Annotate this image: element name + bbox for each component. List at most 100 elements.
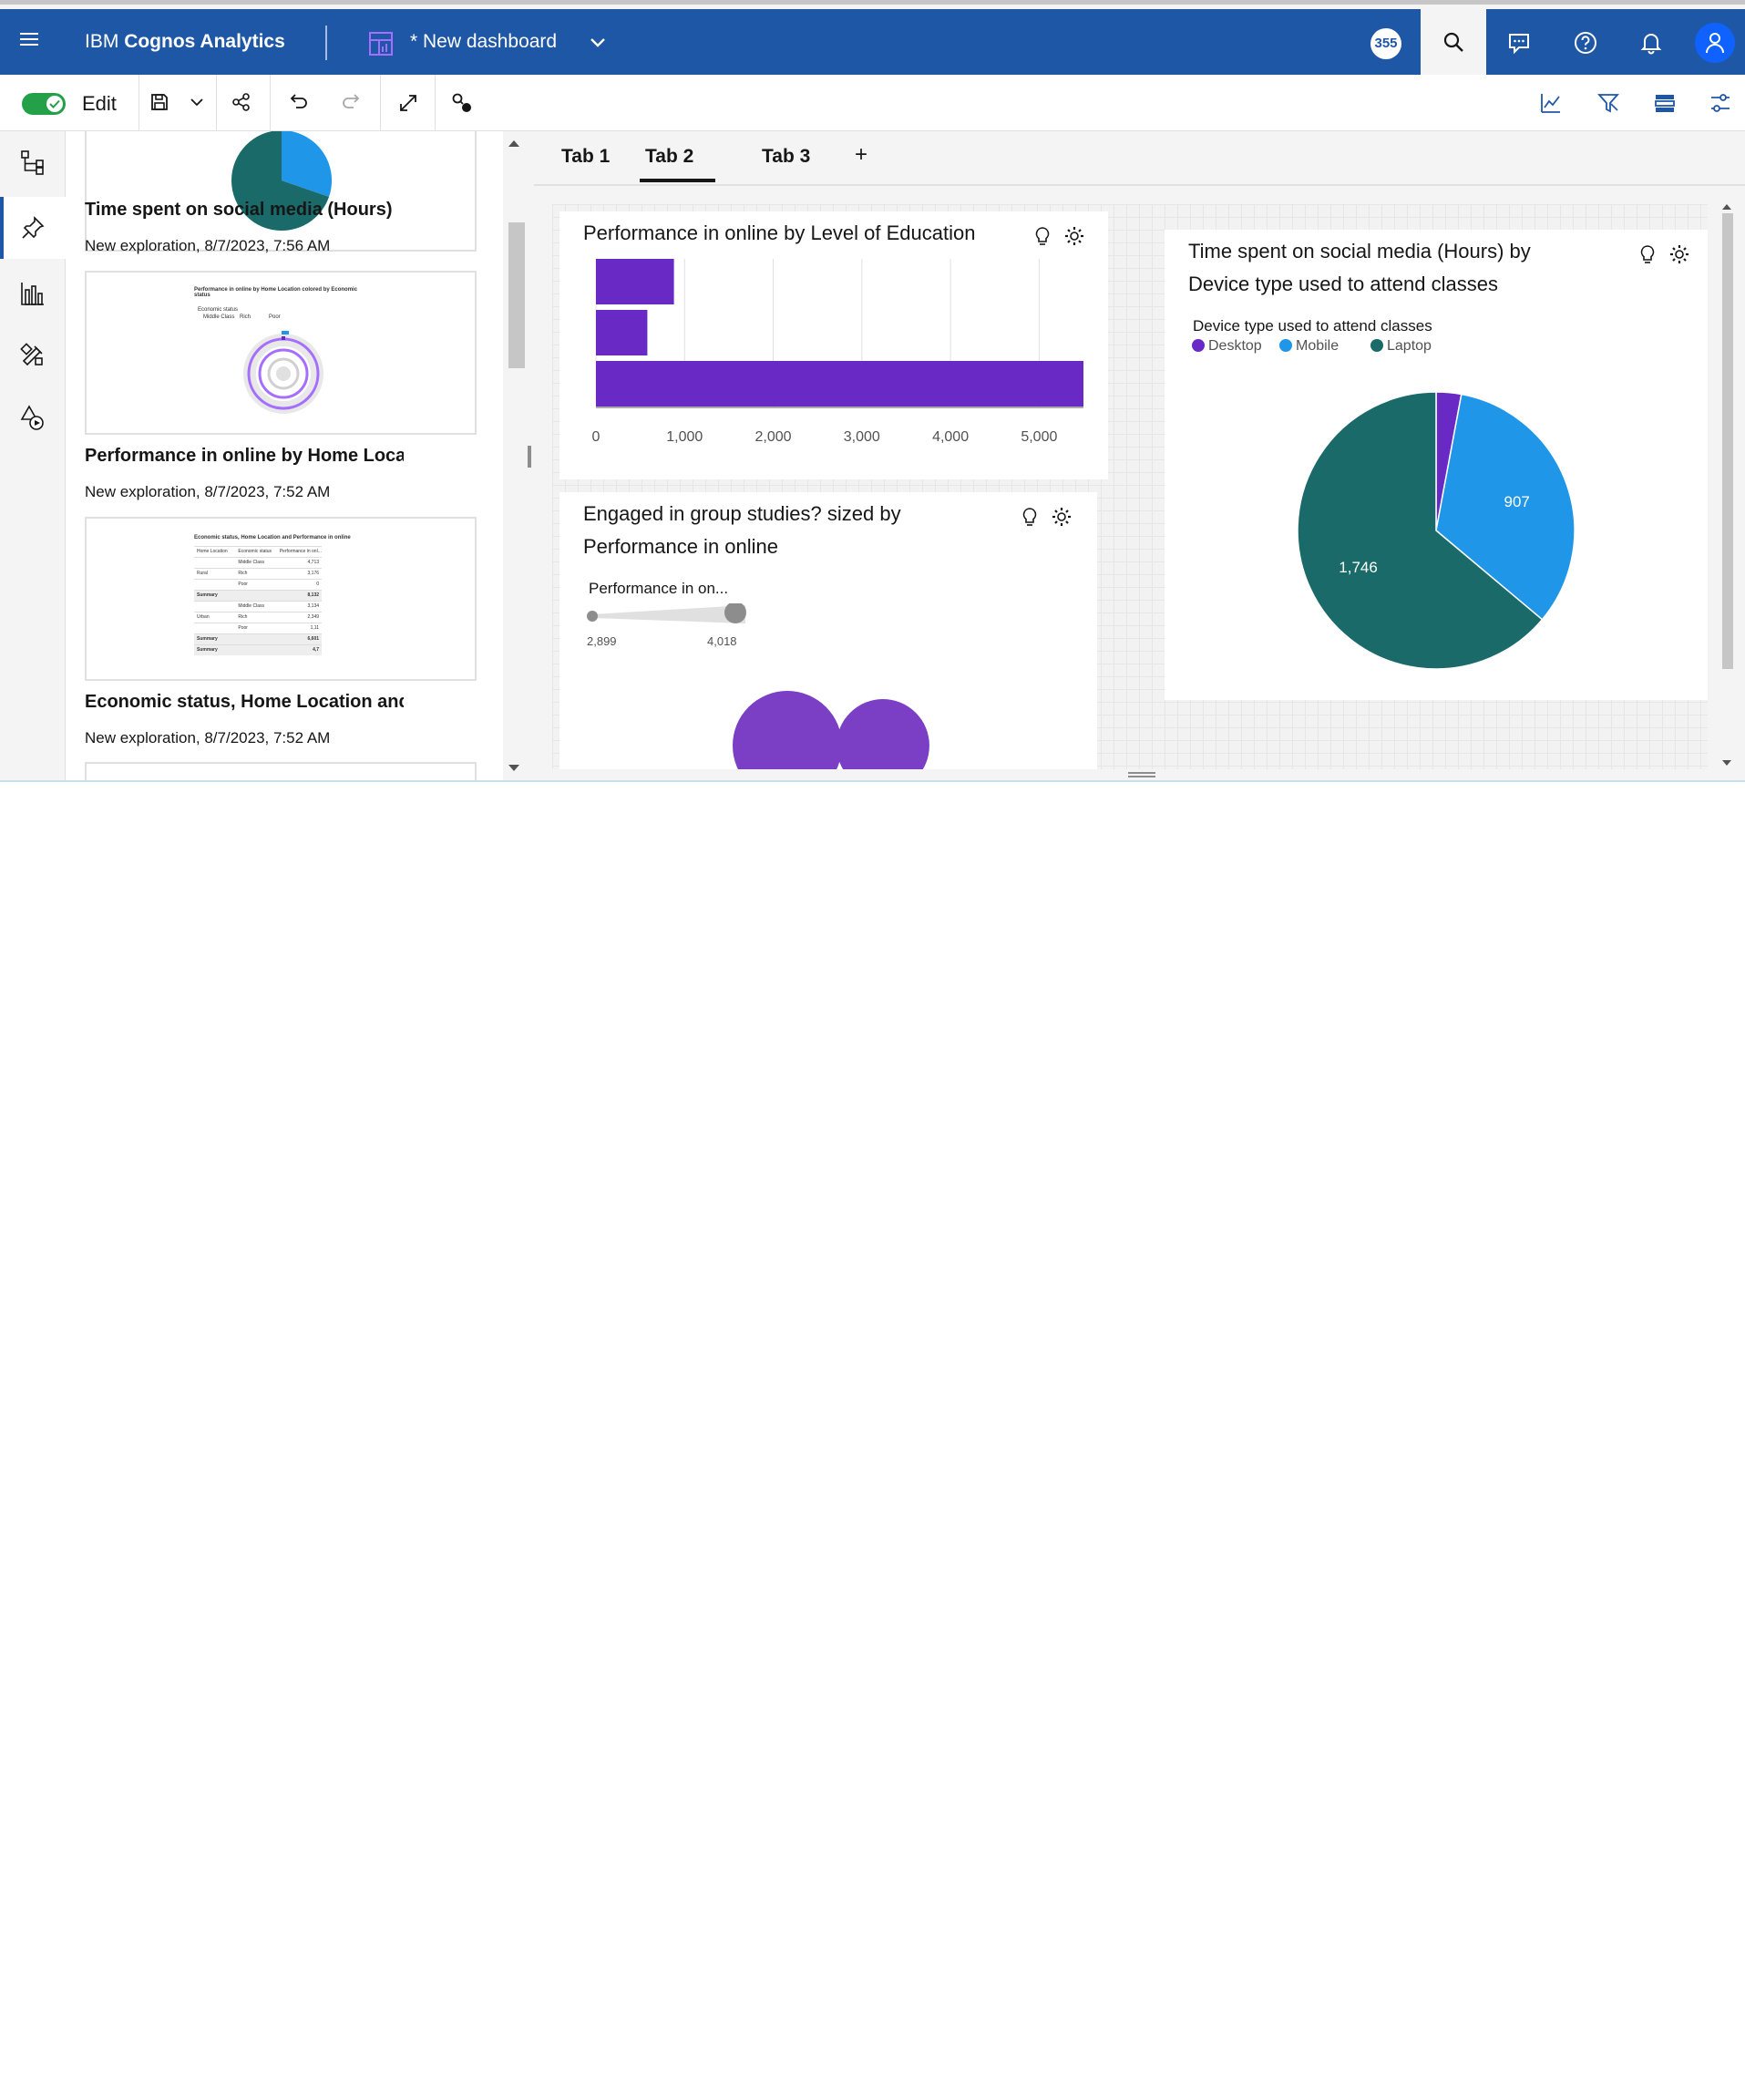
thumbnail-table-row: Summary 4,7 [194, 644, 322, 655]
pinned-card-thumbnail[interactable]: Performance in online by Home Location c… [85, 271, 477, 435]
undo-icon[interactable] [287, 92, 309, 117]
chevron-down-icon[interactable] [188, 92, 206, 117]
assistant-chat-icon[interactable] [1507, 31, 1531, 59]
thumbnail-table-cell: Rich [238, 571, 248, 576]
scrollbar-thumb[interactable] [508, 222, 527, 368]
pinned-card-title[interactable]: Performance in online by Home Location [85, 446, 404, 467]
x-tick-label: 1,000 [666, 429, 703, 445]
tab-bar: Tab 1 Tab 2 Tab 3 + [534, 131, 1745, 186]
resize-grip[interactable] [528, 446, 531, 468]
fullscreen-icon[interactable] [397, 92, 419, 118]
toolbar-divider [216, 75, 217, 131]
thumbnail-table-cell: Home Location [197, 549, 228, 554]
bubble-chart-plot[interactable] [559, 492, 1097, 769]
thumbnail-table-cell: 3,176 [307, 571, 320, 576]
pie-chart-widget[interactable]: Time spent on social media (Hours) by De… [1165, 230, 1708, 700]
rail-item-visualizations[interactable] [0, 262, 66, 324]
save-icon[interactable] [149, 92, 169, 117]
properties-icon[interactable] [1709, 92, 1731, 118]
add-tab-button[interactable]: + [855, 142, 867, 168]
thumbnail-table-row: Urban Rich 2,349 [194, 612, 322, 623]
thumbnail-table-cell: 4,713 [307, 560, 320, 565]
thumbnail-table-cell: Economic status [238, 549, 272, 554]
tab-1[interactable]: Tab 1 [561, 146, 610, 179]
notifications-icon[interactable] [1639, 31, 1663, 59]
pinned-card-thumbnail[interactable] [85, 762, 477, 782]
filter-icon[interactable] [1596, 92, 1620, 118]
bar-chart-widget[interactable]: Performance in online by Level of Educat… [559, 211, 1108, 479]
pinned-card-subtitle: New exploration, 8/7/2023, 7:56 AM [85, 237, 331, 254]
pinned-card-subtitle: New exploration, 8/7/2023, 7:52 AM [85, 729, 331, 746]
visualizations-icon [21, 283, 44, 305]
help-icon[interactable] [1574, 31, 1597, 59]
dashboard-toolbar: Edit [0, 75, 1745, 131]
pinned-card-title[interactable]: Time spent on social media (Hours) [85, 200, 404, 221]
x-tick-label: 3,000 [844, 429, 880, 445]
x-tick-label: 4,000 [932, 429, 969, 445]
edit-mode-toggle[interactable] [22, 93, 66, 115]
dashboard-canvas[interactable]: Performance in online by Level of Educat… [552, 204, 1708, 769]
pinned-card-thumbnail[interactable]: Economic status, Home Location and Perfo… [85, 517, 477, 681]
user-avatar[interactable] [1695, 23, 1735, 63]
thumbnail-table-row: Poor 0 [194, 579, 322, 590]
thumbnail-table-cell [235, 591, 276, 601]
chevron-down-icon[interactable] [588, 33, 608, 57]
thumbnail-table-cell [194, 602, 235, 612]
scrollbar-thumb[interactable] [1722, 213, 1733, 669]
bar [596, 310, 648, 355]
notification-count-badge[interactable]: 355 [1370, 28, 1401, 59]
pie-thumbnail [231, 131, 333, 231]
tab-3[interactable]: Tab 3 [762, 146, 810, 179]
dashboard-title[interactable]: * New dashboard [410, 31, 557, 53]
thumbnail-table-cell: Rural [197, 571, 208, 576]
scroll-down-arrow[interactable] [1722, 760, 1731, 766]
rail-item-data[interactable] [0, 131, 66, 193]
x-tick-label: 0 [592, 429, 600, 445]
pinned-card-title[interactable]: Economic status, Home Location and Perfo… [85, 692, 404, 713]
panel-scrollbar[interactable] [503, 131, 527, 782]
insights-icon[interactable] [1540, 92, 1562, 118]
pin-icon [22, 216, 45, 239]
scroll-up-arrow[interactable] [508, 140, 519, 147]
search-button[interactable] [1421, 9, 1486, 75]
canvas-scrollbar[interactable] [1720, 204, 1735, 769]
thumbnail-table-cell: Middle Class [238, 560, 264, 565]
rail-item-widgets[interactable] [0, 324, 66, 386]
pie-data-label: 907 [1504, 493, 1530, 510]
panel-resize-splitter[interactable] [525, 131, 534, 782]
thumbnail-table-row: Summary 6,601 [194, 633, 322, 644]
thumbnail-table-cell: Summary [197, 647, 218, 653]
shapes-media-icon [20, 405, 44, 430]
thumbnail-table-cell: 8,132 [307, 592, 320, 598]
bubble-chart-widget[interactable]: Engaged in group studies? sized by Perfo… [559, 492, 1097, 769]
search-icon [1443, 32, 1463, 52]
thumbnail-table-cell: 4,7 [313, 647, 320, 653]
thumbnail-table-cell: Rich [238, 614, 248, 620]
scroll-down-arrow[interactable] [508, 765, 519, 771]
share-icon[interactable] [231, 92, 251, 117]
bubble [837, 699, 929, 769]
pie-chart-plot[interactable]: 907 1,746 [1165, 230, 1708, 700]
pinned-card-thumbnail[interactable] [85, 131, 477, 252]
thumbnail-table-row: Rural Rich 3,176 [194, 568, 322, 579]
rail-item-media[interactable] [0, 386, 66, 448]
thumbnail-table-cell: 6,601 [307, 636, 320, 642]
pins-panel: Time spent on social media (Hours) New e… [66, 131, 503, 782]
pie-data-label: 1,746 [1339, 559, 1378, 576]
rail-item-pins[interactable] [0, 197, 66, 259]
toggle-knob [46, 96, 63, 112]
bar [596, 361, 1083, 407]
bar-chart-plot[interactable]: 0 1,000 2,000 3,000 4,000 5,000 [559, 211, 1108, 479]
tab-2[interactable]: Tab 2 [640, 146, 716, 182]
redo-icon[interactable] [341, 92, 363, 117]
thumbnail-table-cell: 0 [316, 582, 320, 587]
scroll-up-arrow[interactable] [1722, 204, 1731, 210]
top-header: IBM Cognos Analytics * New dashboard 355 [0, 9, 1745, 75]
thumbnail-table-cell [235, 645, 276, 655]
thumbnail-table-row: Middle Class 4,713 [194, 557, 322, 568]
thumbnail-table-cell: Summary [197, 592, 218, 598]
menu-icon[interactable] [16, 29, 42, 55]
canvas-resize-handle[interactable] [1128, 772, 1155, 777]
data-tray-icon[interactable] [1654, 92, 1676, 118]
relationships-icon[interactable] [451, 92, 473, 118]
